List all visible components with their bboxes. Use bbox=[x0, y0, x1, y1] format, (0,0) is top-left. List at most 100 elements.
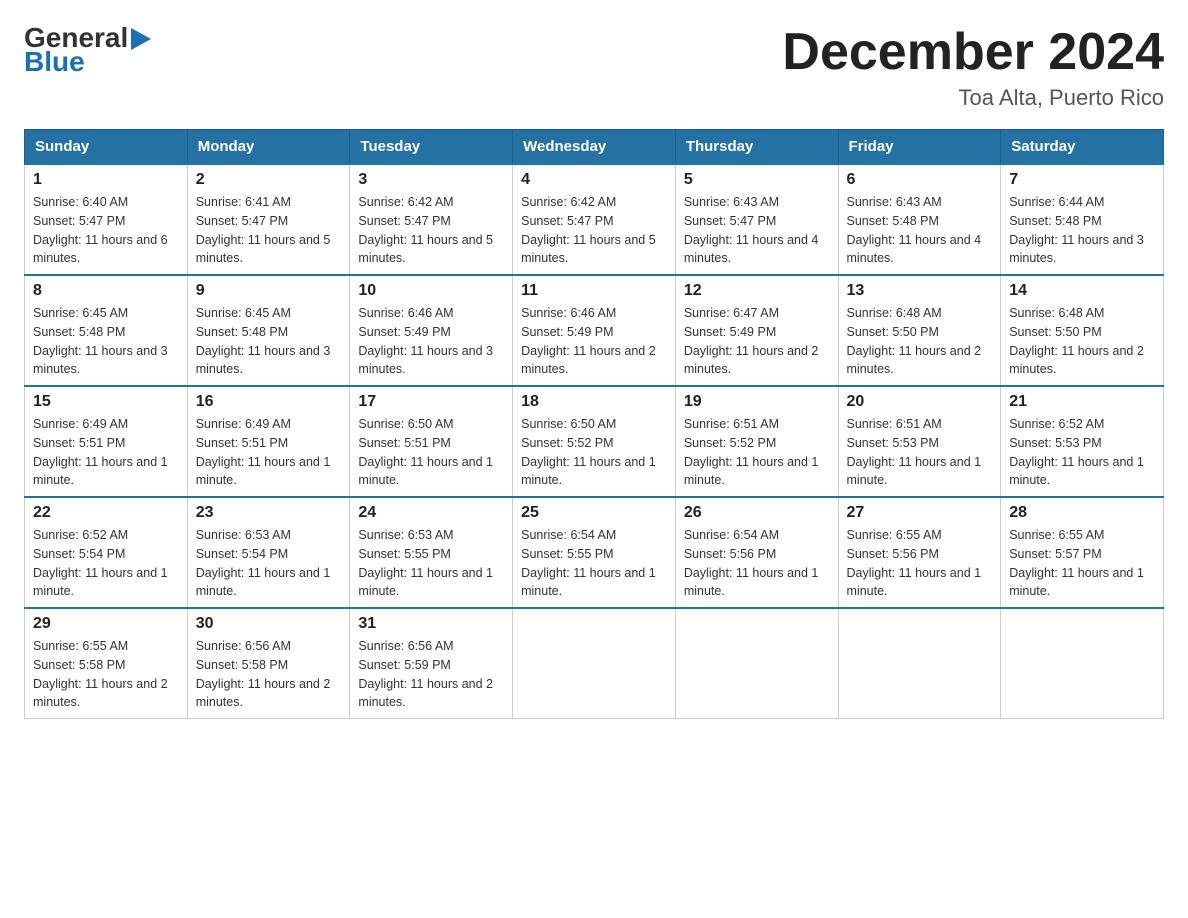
day-number: 26 bbox=[684, 504, 830, 522]
calendar-cell: 5 Sunrise: 6:43 AMSunset: 5:47 PMDaylight… bbox=[675, 164, 838, 275]
day-number: 14 bbox=[1009, 282, 1155, 300]
month-title: December 2024 bbox=[782, 24, 1164, 81]
day-number: 29 bbox=[33, 615, 179, 633]
day-info: Sunrise: 6:46 AMSunset: 5:49 PMDaylight:… bbox=[358, 304, 504, 379]
day-info: Sunrise: 6:53 AMSunset: 5:54 PMDaylight:… bbox=[196, 526, 342, 601]
day-number: 12 bbox=[684, 282, 830, 300]
day-info: Sunrise: 6:45 AMSunset: 5:48 PMDaylight:… bbox=[196, 304, 342, 379]
day-number: 30 bbox=[196, 615, 342, 633]
calendar-cell: 12 Sunrise: 6:47 AMSunset: 5:49 PMDayligh… bbox=[675, 275, 838, 386]
calendar-week-row: 1 Sunrise: 6:40 AMSunset: 5:47 PMDaylight… bbox=[25, 164, 1164, 275]
day-number: 7 bbox=[1009, 171, 1155, 189]
day-number: 5 bbox=[684, 171, 830, 189]
calendar-cell: 10 Sunrise: 6:46 AMSunset: 5:49 PMDayligh… bbox=[350, 275, 513, 386]
calendar-cell: 3 Sunrise: 6:42 AMSunset: 5:47 PMDaylight… bbox=[350, 164, 513, 275]
day-number: 18 bbox=[521, 393, 667, 411]
day-info: Sunrise: 6:51 AMSunset: 5:53 PMDaylight:… bbox=[847, 415, 993, 490]
day-info: Sunrise: 6:53 AMSunset: 5:55 PMDaylight:… bbox=[358, 526, 504, 601]
logo-blue: Blue bbox=[24, 48, 85, 76]
day-info: Sunrise: 6:55 AMSunset: 5:57 PMDaylight:… bbox=[1009, 526, 1155, 601]
day-number: 20 bbox=[847, 393, 993, 411]
day-info: Sunrise: 6:46 AMSunset: 5:49 PMDaylight:… bbox=[521, 304, 667, 379]
calendar-cell: 8Sunrise: 6:45 AMSunset: 5:48 PMDaylight… bbox=[25, 275, 188, 386]
day-info: Sunrise: 6:52 AMSunset: 5:54 PMDaylight:… bbox=[33, 526, 179, 601]
day-number: 13 bbox=[847, 282, 993, 300]
day-number: 1 bbox=[33, 171, 179, 189]
day-number: 24 bbox=[358, 504, 504, 522]
day-number: 11 bbox=[521, 282, 667, 300]
page-header: General Blue December 2024 Toa Alta, Pue… bbox=[24, 24, 1164, 111]
calendar-cell: 15 Sunrise: 6:49 AMSunset: 5:51 PMDayligh… bbox=[25, 386, 188, 497]
calendar-week-row: 22 Sunrise: 6:52 AMSunset: 5:54 PMDayligh… bbox=[25, 497, 1164, 608]
calendar-cell: 19Sunrise: 6:51 AMSunset: 5:52 PMDayligh… bbox=[675, 386, 838, 497]
calendar-cell: 9 Sunrise: 6:45 AMSunset: 5:48 PMDaylight… bbox=[187, 275, 350, 386]
day-number: 9 bbox=[196, 282, 342, 300]
day-number: 28 bbox=[1009, 504, 1155, 522]
day-info: Sunrise: 6:44 AMSunset: 5:48 PMDaylight:… bbox=[1009, 193, 1155, 268]
calendar-cell: 23 Sunrise: 6:53 AMSunset: 5:54 PMDayligh… bbox=[187, 497, 350, 608]
calendar-cell: 18 Sunrise: 6:50 AMSunset: 5:52 PMDayligh… bbox=[513, 386, 676, 497]
calendar-cell: 27Sunrise: 6:55 AMSunset: 5:56 PMDayligh… bbox=[838, 497, 1001, 608]
location-title: Toa Alta, Puerto Rico bbox=[782, 85, 1164, 111]
logo-arrow-icon bbox=[131, 28, 151, 50]
calendar-cell: 21 Sunrise: 6:52 AMSunset: 5:53 PMDayligh… bbox=[1001, 386, 1164, 497]
calendar-cell bbox=[838, 608, 1001, 719]
calendar-cell: 2 Sunrise: 6:41 AMSunset: 5:47 PMDaylight… bbox=[187, 164, 350, 275]
calendar-header-monday: Monday bbox=[187, 130, 350, 165]
day-info: Sunrise: 6:56 AMSunset: 5:58 PMDaylight:… bbox=[196, 637, 342, 712]
logo: General Blue bbox=[24, 24, 151, 76]
day-info: Sunrise: 6:49 AMSunset: 5:51 PMDaylight:… bbox=[33, 415, 179, 490]
calendar-week-row: 29 Sunrise: 6:55 AMSunset: 5:58 PMDayligh… bbox=[25, 608, 1164, 719]
day-info: Sunrise: 6:52 AMSunset: 5:53 PMDaylight:… bbox=[1009, 415, 1155, 490]
day-number: 3 bbox=[358, 171, 504, 189]
day-number: 21 bbox=[1009, 393, 1155, 411]
day-info: Sunrise: 6:55 AMSunset: 5:56 PMDaylight:… bbox=[847, 526, 993, 601]
day-info: Sunrise: 6:42 AMSunset: 5:47 PMDaylight:… bbox=[358, 193, 504, 268]
calendar-header-friday: Friday bbox=[838, 130, 1001, 165]
calendar-week-row: 15 Sunrise: 6:49 AMSunset: 5:51 PMDayligh… bbox=[25, 386, 1164, 497]
calendar-cell: 31Sunrise: 6:56 AMSunset: 5:59 PMDayligh… bbox=[350, 608, 513, 719]
day-info: Sunrise: 6:40 AMSunset: 5:47 PMDaylight:… bbox=[33, 193, 179, 268]
day-number: 22 bbox=[33, 504, 179, 522]
day-number: 10 bbox=[358, 282, 504, 300]
day-info: Sunrise: 6:50 AMSunset: 5:52 PMDaylight:… bbox=[521, 415, 667, 490]
calendar-cell: 14 Sunrise: 6:48 AMSunset: 5:50 PMDayligh… bbox=[1001, 275, 1164, 386]
day-number: 25 bbox=[521, 504, 667, 522]
calendar-cell: 17 Sunrise: 6:50 AMSunset: 5:51 PMDayligh… bbox=[350, 386, 513, 497]
day-info: Sunrise: 6:43 AMSunset: 5:47 PMDaylight:… bbox=[684, 193, 830, 268]
calendar-cell bbox=[675, 608, 838, 719]
day-info: Sunrise: 6:41 AMSunset: 5:47 PMDaylight:… bbox=[196, 193, 342, 268]
calendar-header-tuesday: Tuesday bbox=[350, 130, 513, 165]
calendar-table: SundayMondayTuesdayWednesdayThursdayFrid… bbox=[24, 129, 1164, 719]
day-info: Sunrise: 6:43 AMSunset: 5:48 PMDaylight:… bbox=[847, 193, 993, 268]
calendar-cell bbox=[1001, 608, 1164, 719]
calendar-cell: 28 Sunrise: 6:55 AMSunset: 5:57 PMDayligh… bbox=[1001, 497, 1164, 608]
calendar-cell: 25Sunrise: 6:54 AMSunset: 5:55 PMDayligh… bbox=[513, 497, 676, 608]
day-info: Sunrise: 6:42 AMSunset: 5:47 PMDaylight:… bbox=[521, 193, 667, 268]
calendar-cell: 26 Sunrise: 6:54 AMSunset: 5:56 PMDayligh… bbox=[675, 497, 838, 608]
day-number: 15 bbox=[33, 393, 179, 411]
day-number: 4 bbox=[521, 171, 667, 189]
day-number: 2 bbox=[196, 171, 342, 189]
calendar-header-row: SundayMondayTuesdayWednesdayThursdayFrid… bbox=[25, 130, 1164, 165]
day-info: Sunrise: 6:54 AMSunset: 5:56 PMDaylight:… bbox=[684, 526, 830, 601]
calendar-cell: 6 Sunrise: 6:43 AMSunset: 5:48 PMDaylight… bbox=[838, 164, 1001, 275]
day-number: 6 bbox=[847, 171, 993, 189]
day-number: 16 bbox=[196, 393, 342, 411]
day-number: 17 bbox=[358, 393, 504, 411]
calendar-header-saturday: Saturday bbox=[1001, 130, 1164, 165]
day-info: Sunrise: 6:47 AMSunset: 5:49 PMDaylight:… bbox=[684, 304, 830, 379]
calendar-cell: 4 Sunrise: 6:42 AMSunset: 5:47 PMDaylight… bbox=[513, 164, 676, 275]
calendar-cell: 1 Sunrise: 6:40 AMSunset: 5:47 PMDaylight… bbox=[25, 164, 188, 275]
calendar-header-wednesday: Wednesday bbox=[513, 130, 676, 165]
day-info: Sunrise: 6:49 AMSunset: 5:51 PMDaylight:… bbox=[196, 415, 342, 490]
calendar-header-sunday: Sunday bbox=[25, 130, 188, 165]
day-info: Sunrise: 6:50 AMSunset: 5:51 PMDaylight:… bbox=[358, 415, 504, 490]
day-number: 23 bbox=[196, 504, 342, 522]
calendar-cell: 30 Sunrise: 6:56 AMSunset: 5:58 PMDayligh… bbox=[187, 608, 350, 719]
day-info: Sunrise: 6:55 AMSunset: 5:58 PMDaylight:… bbox=[33, 637, 179, 712]
calendar-cell: 16 Sunrise: 6:49 AMSunset: 5:51 PMDayligh… bbox=[187, 386, 350, 497]
calendar-cell: 11 Sunrise: 6:46 AMSunset: 5:49 PMDayligh… bbox=[513, 275, 676, 386]
day-info: Sunrise: 6:48 AMSunset: 5:50 PMDaylight:… bbox=[1009, 304, 1155, 379]
day-info: Sunrise: 6:56 AMSunset: 5:59 PMDaylight:… bbox=[358, 637, 504, 712]
